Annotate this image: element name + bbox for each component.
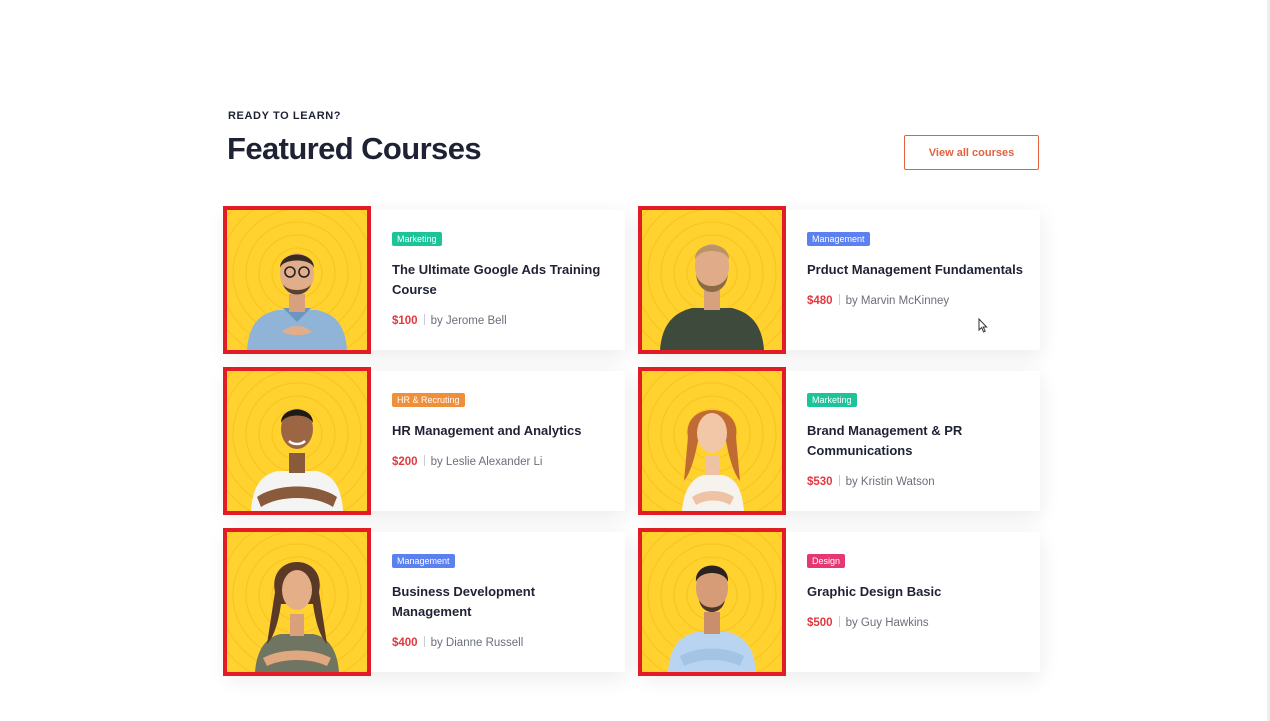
instructor-photo [682, 410, 744, 511]
category-tag: Management [807, 232, 870, 246]
meta-divider [423, 636, 425, 647]
course-author: by Guy Hawkins [845, 617, 929, 629]
course-card[interactable]: Design Graphic Design Basic $500 by Guy H… [638, 528, 1040, 676]
course-card[interactable]: Marketing Brand Management & PR Communic… [638, 367, 1040, 515]
section-title: Featured Courses [227, 131, 482, 166]
course-card[interactable]: Management Business Development Manageme… [223, 528, 625, 676]
course-meta: $530 by Kristin Watson [807, 475, 935, 488]
course-meta: $200 by Leslie Alexander Li [392, 455, 542, 468]
course-author: by Jerome Bell [430, 315, 507, 327]
course-title[interactable]: Graphic Design Basic [807, 582, 1032, 602]
course-price: $480 [807, 295, 833, 307]
course-author: by Dianne Russell [430, 637, 524, 649]
course-price: $500 [807, 617, 833, 629]
meta-divider [838, 294, 840, 305]
instructor-photo [668, 565, 756, 672]
course-title[interactable]: Prduct Management Fundamentals [807, 260, 1032, 280]
course-author: by Leslie Alexander Li [430, 456, 543, 468]
instructor-photo [660, 244, 764, 350]
course-price: $100 [392, 315, 418, 327]
course-title[interactable]: Business Development Management [392, 582, 617, 622]
course-card[interactable]: Marketing The Ultimate Google Ads Traini… [223, 206, 625, 354]
meta-divider [423, 314, 425, 325]
course-meta: $400 by Dianne Russell [392, 636, 523, 649]
course-title[interactable]: Brand Management & PR Communications [807, 421, 1032, 461]
course-price: $400 [392, 637, 418, 649]
course-title[interactable]: HR Management and Analytics [392, 421, 617, 441]
instructor-photo [251, 409, 343, 511]
category-tag: Marketing [807, 393, 857, 407]
course-thumbnail[interactable] [638, 367, 786, 515]
course-thumbnail[interactable] [223, 528, 371, 676]
course-meta: $100 by Jerome Bell [392, 314, 507, 327]
course-author: by Marvin McKinney [845, 295, 950, 307]
course-author: by Kristin Watson [845, 476, 935, 488]
meta-divider [838, 475, 840, 486]
category-tag: Design [807, 554, 846, 568]
course-thumbnail[interactable] [638, 528, 786, 676]
category-tag: Management [392, 554, 455, 568]
course-card[interactable]: HR & Recruting HR Management and Analyti… [223, 367, 625, 515]
section-eyebrow: READY TO LEARN? [228, 110, 342, 122]
category-tag: HR & Recruting [392, 393, 465, 407]
meta-divider [423, 455, 425, 466]
course-thumbnail[interactable] [638, 206, 786, 354]
meta-divider [838, 616, 840, 627]
instructor-photo [255, 562, 339, 672]
course-price: $200 [392, 456, 418, 468]
course-thumbnail[interactable] [223, 206, 371, 354]
course-price: $530 [807, 476, 833, 488]
mouse-cursor-icon [978, 318, 988, 333]
view-all-courses-button[interactable]: View all courses [904, 135, 1039, 170]
instructor-photo [247, 253, 347, 350]
course-title[interactable]: The Ultimate Google Ads Training Course [392, 260, 617, 300]
course-meta: $480 by Marvin McKinney [807, 294, 949, 307]
course-thumbnail[interactable] [223, 367, 371, 515]
course-meta: $500 by Guy Hawkins [807, 616, 929, 629]
category-tag: Marketing [392, 232, 442, 246]
